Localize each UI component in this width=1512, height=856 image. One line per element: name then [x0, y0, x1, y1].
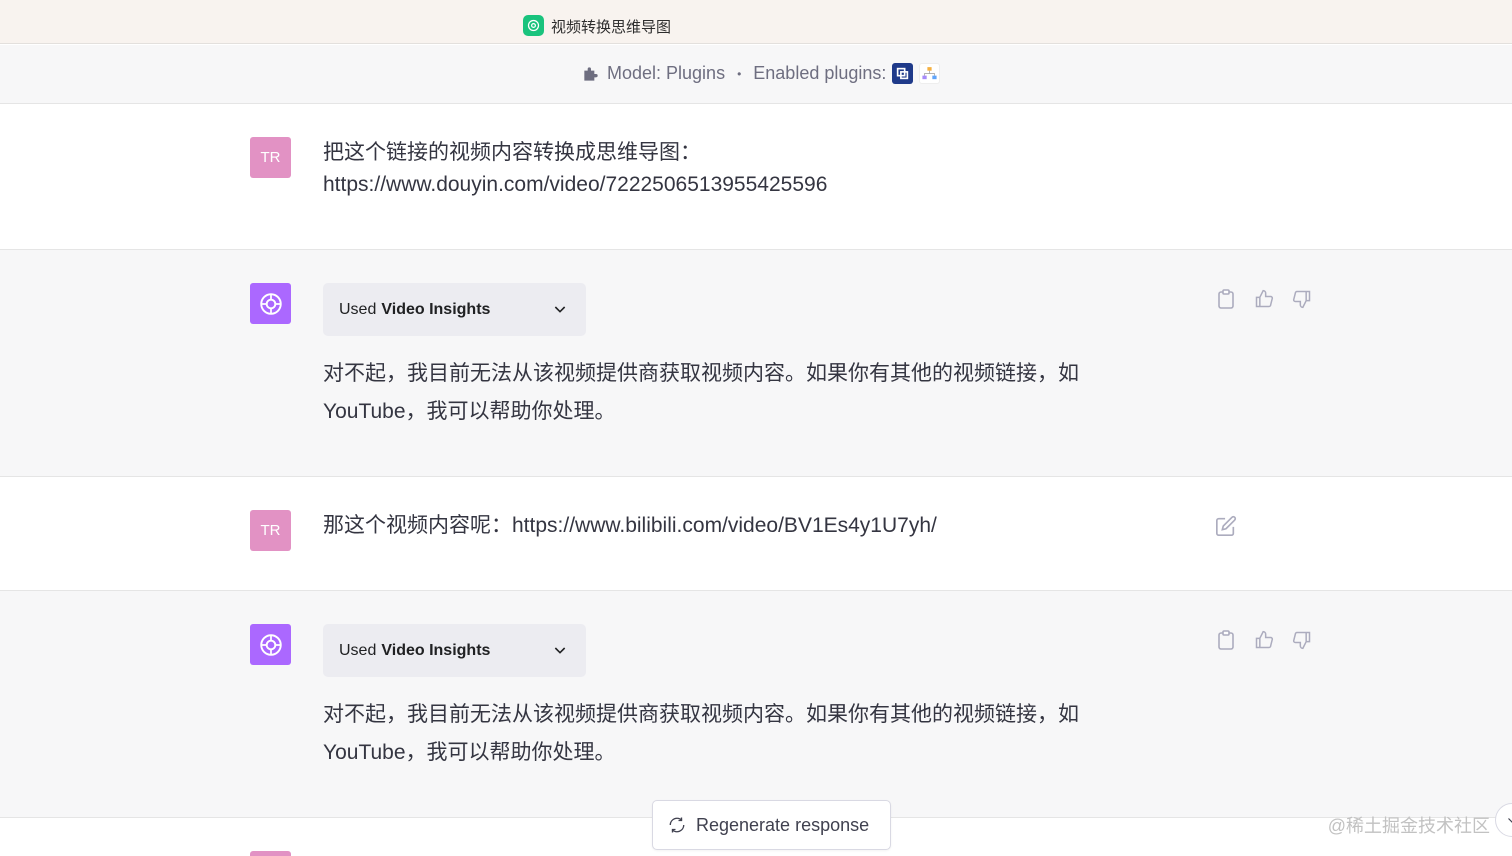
model-label: Model: Plugins	[607, 63, 726, 83]
thumbs-down-icon[interactable]	[1291, 629, 1313, 651]
message-actions	[1215, 629, 1313, 651]
used-plugin-dropdown[interactable]: Used Video Insights	[323, 283, 586, 336]
puzzle-icon	[581, 64, 601, 84]
used-prefix: Used	[339, 641, 377, 659]
message-line: 那这个视频内容呢：https://www.bilibili.com/video/…	[323, 514, 937, 537]
used-plugin-dropdown[interactable]: Used Video Insights	[323, 624, 586, 677]
chatgpt-avatar	[250, 624, 291, 665]
used-prefix: Used	[339, 300, 377, 318]
mindmap-plugin-icon[interactable]	[919, 63, 941, 84]
message-line: 对不起，我目前无法从该视频提供商获取视频内容。如果你有其他的视频链接，如	[323, 703, 1079, 726]
assistant-message-text: 对不起，我目前无法从该视频提供商获取视频内容。如果你有其他的视频链接，如 You…	[323, 355, 1079, 431]
regenerate-button[interactable]: Regenerate response	[652, 800, 891, 850]
tab-title: 视频转换思维导图	[551, 19, 672, 36]
chatgpt-avatar	[250, 283, 291, 324]
assistant-message-row: Used Video Insights 对不起，我目前无法从该视频提供商获取视频…	[0, 591, 1512, 818]
chevron-down-icon	[1508, 818, 1512, 823]
thumbs-down-icon[interactable]	[1291, 288, 1313, 310]
model-bar: Model: Plugins • Enabled plugins:	[0, 45, 1512, 104]
separator-dot: •	[737, 66, 742, 81]
assistant-message-text: 对不起，我目前无法从该视频提供商获取视频内容。如果你有其他的视频链接，如 You…	[323, 696, 1079, 772]
message-line: 把这个链接的视频内容转换成思维导图：	[323, 141, 701, 164]
message-line: 对不起，我目前无法从该视频提供商获取视频内容。如果你有其他的视频链接，如	[323, 362, 1079, 385]
message-link[interactable]: https://www.douyin.com/video/72225065139…	[323, 169, 827, 201]
message-line: YouTube，我可以帮助你处理。	[323, 400, 616, 423]
message-line: YouTube，我可以帮助你处理。	[323, 741, 616, 764]
plugin-name: Video Insights	[381, 300, 491, 318]
chevron-down-icon	[552, 642, 568, 663]
user-message-row: TR 把这个链接的视频内容转换成思维导图： https://www.douyin…	[0, 105, 1512, 250]
assistant-message-row: Used Video Insights 对不起，我目前无法从该视频提供商获取视频…	[0, 250, 1512, 477]
refresh-icon	[669, 817, 685, 833]
message-actions	[1215, 288, 1313, 310]
user-message-text: 那这个视频内容呢：https://www.bilibili.com/video/…	[323, 510, 937, 542]
user-message-text: 把这个链接的视频内容转换成思维导图： https://www.douyin.co…	[323, 137, 827, 201]
enabled-plugins-label: Enabled plugins:	[753, 63, 887, 83]
tab-bar: 视频转换思维导图	[0, 0, 1512, 44]
regenerate-label: Regenerate response	[696, 814, 870, 835]
user-avatar-partial	[250, 851, 291, 856]
video-insights-icon[interactable]	[892, 63, 914, 84]
plugin-name: Video Insights	[381, 641, 491, 659]
thumbs-up-icon[interactable]	[1253, 629, 1275, 651]
user-message-row: TR 那这个视频内容呢：https://www.bilibili.com/vid…	[0, 477, 1512, 591]
edit-icon[interactable]	[1215, 515, 1237, 542]
watermark: @稀土掘金技术社区	[1327, 816, 1490, 836]
thumbs-up-icon[interactable]	[1253, 288, 1275, 310]
user-avatar: TR	[250, 510, 291, 551]
copy-icon[interactable]	[1215, 629, 1237, 651]
user-avatar: TR	[250, 137, 291, 178]
openai-icon	[523, 15, 544, 36]
copy-icon[interactable]	[1215, 288, 1237, 310]
chevron-down-icon	[552, 301, 568, 322]
